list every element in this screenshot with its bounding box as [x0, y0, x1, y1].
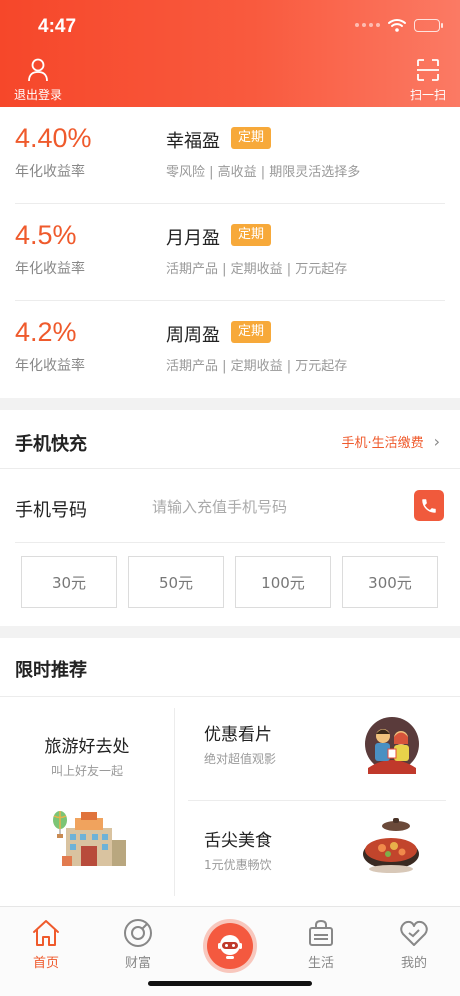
wifi-icon [388, 19, 406, 32]
product-item[interactable]: 4.5% 年化收益率 月月盈 定期 活期产品 | 定期收益 | 万元起存 [0, 204, 460, 301]
life-payment-label: 手机·生活缴费 [341, 436, 424, 451]
product-desc: 活期产品 | 定期收益 | 万元起存 [166, 359, 348, 374]
divider [15, 542, 445, 543]
hotpot-dish-image [363, 818, 419, 873]
home-icon [33, 920, 59, 946]
amount-option[interactable]: 50元 [128, 556, 224, 608]
life-payment-link[interactable]: 手机·生活缴费 › [341, 432, 440, 451]
tab-home[interactable]: 首页 [11, 917, 81, 971]
product-rate: 4.5% [15, 220, 77, 250]
divider [0, 696, 460, 697]
product-tag: 定期 [231, 127, 272, 149]
chevron-right-icon: › [433, 432, 440, 451]
movie-title: 优惠看片 [204, 725, 272, 745]
promo-title: 限时推荐 [15, 660, 87, 681]
divider [188, 800, 446, 801]
center-inner [207, 923, 253, 969]
product-list: 4.40% 年化收益率 幸福盈 定期 零风险 | 高收益 | 期限灵活选择多 4… [0, 107, 460, 398]
logout-label: 退出登录 [14, 88, 63, 102]
amount-option[interactable]: 300元 [342, 556, 438, 608]
tab-mine[interactable]: 我的 [379, 917, 449, 971]
product-name: 幸福盈 [166, 131, 220, 152]
phone-number-label: 手机号码 [15, 500, 87, 521]
scan-button[interactable]: 扫一扫 [410, 58, 446, 103]
recharge-section: 手机快充 手机·生活缴费 › 手机号码 30元 50元 100元 300元 [0, 410, 460, 626]
status-time: 4:47 [38, 16, 77, 37]
promo-section: 限时推荐 旅游好去处 叫上好友一起 优惠看片 绝对超值观影 舌尖美食 1元优惠畅… [0, 638, 460, 906]
phone-number-input[interactable] [152, 494, 382, 520]
product-rate: 4.40% [15, 123, 92, 153]
divider [0, 468, 460, 469]
product-item[interactable]: 4.2% 年化收益率 周周盈 定期 活期产品 | 定期收益 | 万元起存 [0, 301, 460, 398]
app-header: 4:47 退出登录 扫一扫 [0, 0, 460, 107]
tab-label: 生活 [307, 956, 334, 971]
product-rate-label: 年化收益率 [15, 164, 85, 180]
food-subtitle: 1元优惠畅饮 [204, 858, 272, 872]
shopping-bag-icon [309, 919, 333, 946]
scan-label: 扫一扫 [409, 88, 446, 102]
hotel-building-image [53, 811, 126, 866]
tab-life[interactable]: 生活 [286, 917, 356, 971]
tab-label: 我的 [400, 956, 427, 971]
product-rate-label: 年化收益率 [15, 358, 85, 374]
signal-icon [355, 23, 380, 27]
tab-label: 首页 [32, 956, 59, 971]
movie-subtitle: 绝对超值观影 [204, 752, 277, 766]
status-icons [355, 18, 443, 32]
tab-label: 财富 [124, 956, 151, 971]
bottom-tab-bar: 首页 财富 生活 我的 [0, 906, 460, 996]
tab-wealth[interactable]: 财富 [103, 917, 173, 971]
food-title: 舌尖美食 [204, 831, 272, 851]
product-name: 周周盈 [166, 325, 220, 346]
product-desc: 零风险 | 高收益 | 期限灵活选择多 [166, 165, 361, 180]
assistant-button[interactable] [203, 919, 257, 973]
amount-option[interactable]: 100元 [235, 556, 331, 608]
travel-subtitle: 叫上好友一起 [50, 764, 123, 778]
scan-icon [416, 59, 439, 81]
contacts-button[interactable] [414, 490, 444, 521]
product-desc: 活期产品 | 定期收益 | 万元起存 [166, 262, 348, 277]
product-name: 月月盈 [166, 228, 220, 249]
amount-option[interactable]: 30元 [21, 556, 117, 608]
divider [174, 708, 175, 896]
amount-options: 30元 50元 100元 300元 [21, 556, 438, 608]
logout-button[interactable]: 退出登录 [14, 58, 62, 103]
product-rate-label: 年化收益率 [15, 261, 85, 277]
movie-couple-image [365, 717, 419, 774]
robot-assistant-icon [218, 935, 242, 959]
battery-icon [414, 18, 443, 32]
product-tag: 定期 [231, 321, 272, 343]
wealth-icon [124, 919, 152, 947]
phone-icon [422, 498, 436, 513]
home-indicator [148, 981, 312, 986]
travel-title: 旅游好去处 [44, 737, 130, 757]
product-item[interactable]: 4.40% 年化收益率 幸福盈 定期 零风险 | 高收益 | 期限灵活选择多 [0, 107, 460, 204]
user-icon [28, 58, 48, 82]
recharge-title: 手机快充 [15, 434, 87, 455]
product-rate: 4.2% [15, 317, 77, 347]
heart-icon [400, 920, 428, 946]
product-tag: 定期 [231, 224, 272, 246]
